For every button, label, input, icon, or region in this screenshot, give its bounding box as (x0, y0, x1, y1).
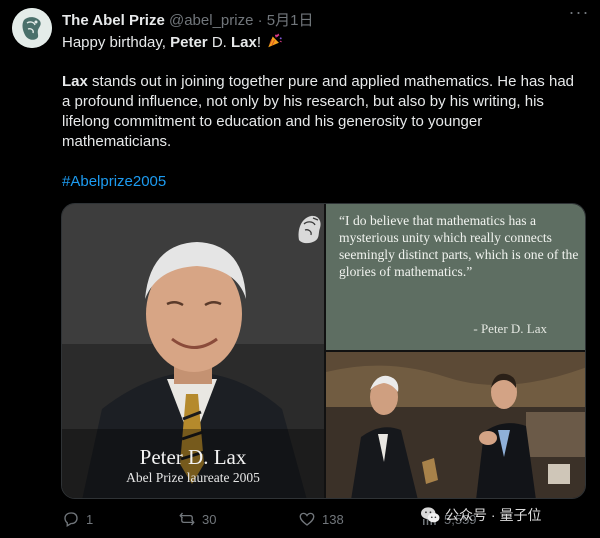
tweet-header: The Abel Prize @abel_prize · 5月1日 (62, 9, 313, 30)
greeting-surname: Lax (231, 34, 257, 51)
abel-portrait-logo-icon (298, 215, 321, 244)
hashtag-link[interactable]: #Abelprize2005 (62, 173, 166, 190)
quote-author: - Peter D. Lax (473, 321, 547, 336)
retweet-count: 30 (202, 511, 217, 527)
tweet-body: Lax stands out in joining together pure … (62, 72, 582, 152)
tweet-body-rest: stands out in joining together pure and … (62, 73, 575, 150)
abel-logo-icon (12, 8, 52, 48)
quote-panel[interactable]: “I do believe that mathematics has a mys… (326, 204, 585, 350)
wechat-icon (421, 507, 440, 523)
avatar[interactable] (12, 8, 52, 48)
caption-subtitle: Abel Prize laureate 2005 (126, 470, 260, 485)
like-count: 138 (322, 511, 344, 527)
greeting-name: Peter (170, 34, 208, 51)
display-name[interactable]: The Abel Prize (62, 12, 165, 29)
like-button[interactable]: 138 (298, 510, 344, 528)
ceremony-illustration (326, 352, 585, 498)
separator: · (257, 12, 263, 29)
heart-icon (299, 512, 315, 526)
tweet-media[interactable]: Peter D. Lax Abel Prize laureate 2005 “I… (61, 203, 586, 499)
quote-text: “I do believe that mathematics has a mys… (339, 213, 579, 279)
reply-button[interactable]: 1 (62, 510, 93, 528)
greeting-line: Happy birthday, Peter D. Lax! (62, 33, 283, 51)
reply-icon (64, 512, 78, 527)
caption-name: Peter D. Lax (139, 445, 247, 469)
portrait-photo[interactable]: Peter D. Lax Abel Prize laureate 2005 (62, 204, 324, 498)
greeting-suffix: ! (256, 34, 262, 51)
reply-count: 1 (86, 511, 94, 527)
greeting-prefix: Happy birthday, (62, 34, 171, 51)
greeting-middle: D. (207, 34, 231, 51)
more-horizontal-icon[interactable]: ··· (568, 3, 590, 24)
watermark-text: 公众号 · 量子位 (445, 507, 542, 523)
tweet-body-bold: Lax (62, 73, 88, 90)
retweet-button[interactable]: 30 (178, 510, 216, 528)
handle[interactable]: @abel_prize (169, 12, 253, 29)
watermark: 公众号 · 量子位 (420, 505, 541, 525)
retweet-icon (179, 512, 195, 526)
ceremony-photo[interactable] (326, 352, 585, 498)
tweet-date[interactable]: 5月1日 (267, 12, 314, 29)
party-popper-icon (268, 33, 283, 48)
